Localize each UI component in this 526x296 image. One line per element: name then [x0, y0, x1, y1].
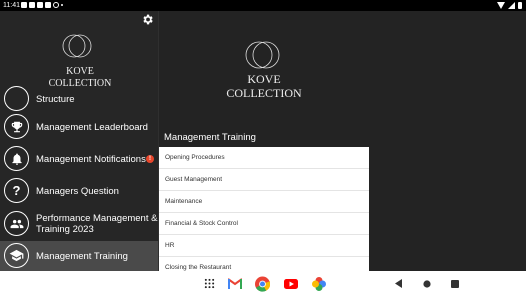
message-icon [45, 2, 51, 8]
back-icon[interactable] [391, 276, 406, 291]
people-icon [4, 211, 29, 236]
photos-icon[interactable] [311, 276, 326, 291]
gmail-icon[interactable] [227, 276, 242, 291]
message-icon [37, 2, 43, 8]
status-time: 11:41 [3, 2, 20, 9]
sidebar-item-management-notifications[interactable]: Management Notifications ! [0, 144, 158, 174]
main-logo: KOVE COLLECTION [226, 41, 302, 100]
sidebar-item-label: Management Leaderboard [36, 122, 148, 133]
list-item[interactable]: Closing the Restaurant [159, 257, 369, 271]
sidebar-item-label: Structure [36, 94, 75, 105]
list-item[interactable]: Opening Procedures [159, 147, 369, 169]
bell-icon [4, 146, 29, 171]
apps-grid-icon[interactable] [202, 276, 217, 291]
sidebar-item-management-leaderboard[interactable]: Management Leaderboard [0, 112, 158, 142]
sidebar: KOVE COLLECTION Structure Management Lea… [0, 11, 158, 271]
recents-icon[interactable] [447, 276, 462, 291]
list-item[interactable]: Guest Management [159, 169, 369, 191]
sidebar-item-label: Managers Question [36, 186, 119, 197]
navigation-bar [0, 271, 526, 296]
training-list: Opening Procedures Guest Management Main… [159, 147, 369, 271]
file-icon [21, 2, 27, 8]
sidebar-logo-line1: KOVE [66, 66, 94, 77]
sidebar-item-label-line2: Training 2023 [36, 224, 94, 235]
sidebar-item-performance-management[interactable]: Performance Management & Training 2023 [0, 209, 158, 239]
circle-icon [53, 2, 59, 8]
chrome-icon[interactable] [255, 276, 270, 292]
wifi-icon [497, 2, 505, 9]
gear-icon[interactable] [141, 13, 154, 26]
main-content: KOVE COLLECTION Management Training Open… [159, 11, 526, 271]
notification-icons [21, 2, 63, 8]
home-icon[interactable] [419, 276, 434, 291]
main-logo-line1: KOVE [247, 72, 280, 86]
sidebar-item-structure[interactable]: Structure [0, 84, 158, 114]
battery-icon [518, 2, 522, 9]
status-bar: 11:41 [0, 0, 526, 11]
question-icon: ? [4, 178, 29, 203]
sidebar-item-label: Management Notifications [36, 154, 146, 165]
list-item[interactable]: Maintenance [159, 191, 369, 213]
notification-alert-badge: ! [146, 155, 154, 163]
structure-icon [4, 86, 29, 111]
sidebar-item-label-line1: Performance Management & [36, 213, 158, 224]
list-item[interactable]: Financial & Stock Control [159, 213, 369, 235]
sidebar-item-label: Management Training [36, 251, 128, 262]
system-status-icons [497, 2, 522, 9]
sidebar-item-managers-question[interactable]: ? Managers Question [0, 176, 158, 206]
message-icon [29, 2, 35, 8]
youtube-icon[interactable] [283, 276, 298, 291]
main-logo-line2: COLLECTION [226, 86, 302, 100]
dot-icon [61, 4, 63, 6]
signal-icon [508, 2, 515, 9]
graduation-cap-icon [4, 243, 29, 268]
list-item[interactable]: HR [159, 235, 369, 257]
trophy-icon [4, 114, 29, 139]
section-title: Management Training [164, 132, 256, 143]
sidebar-item-management-training[interactable]: Management Training [0, 241, 158, 271]
